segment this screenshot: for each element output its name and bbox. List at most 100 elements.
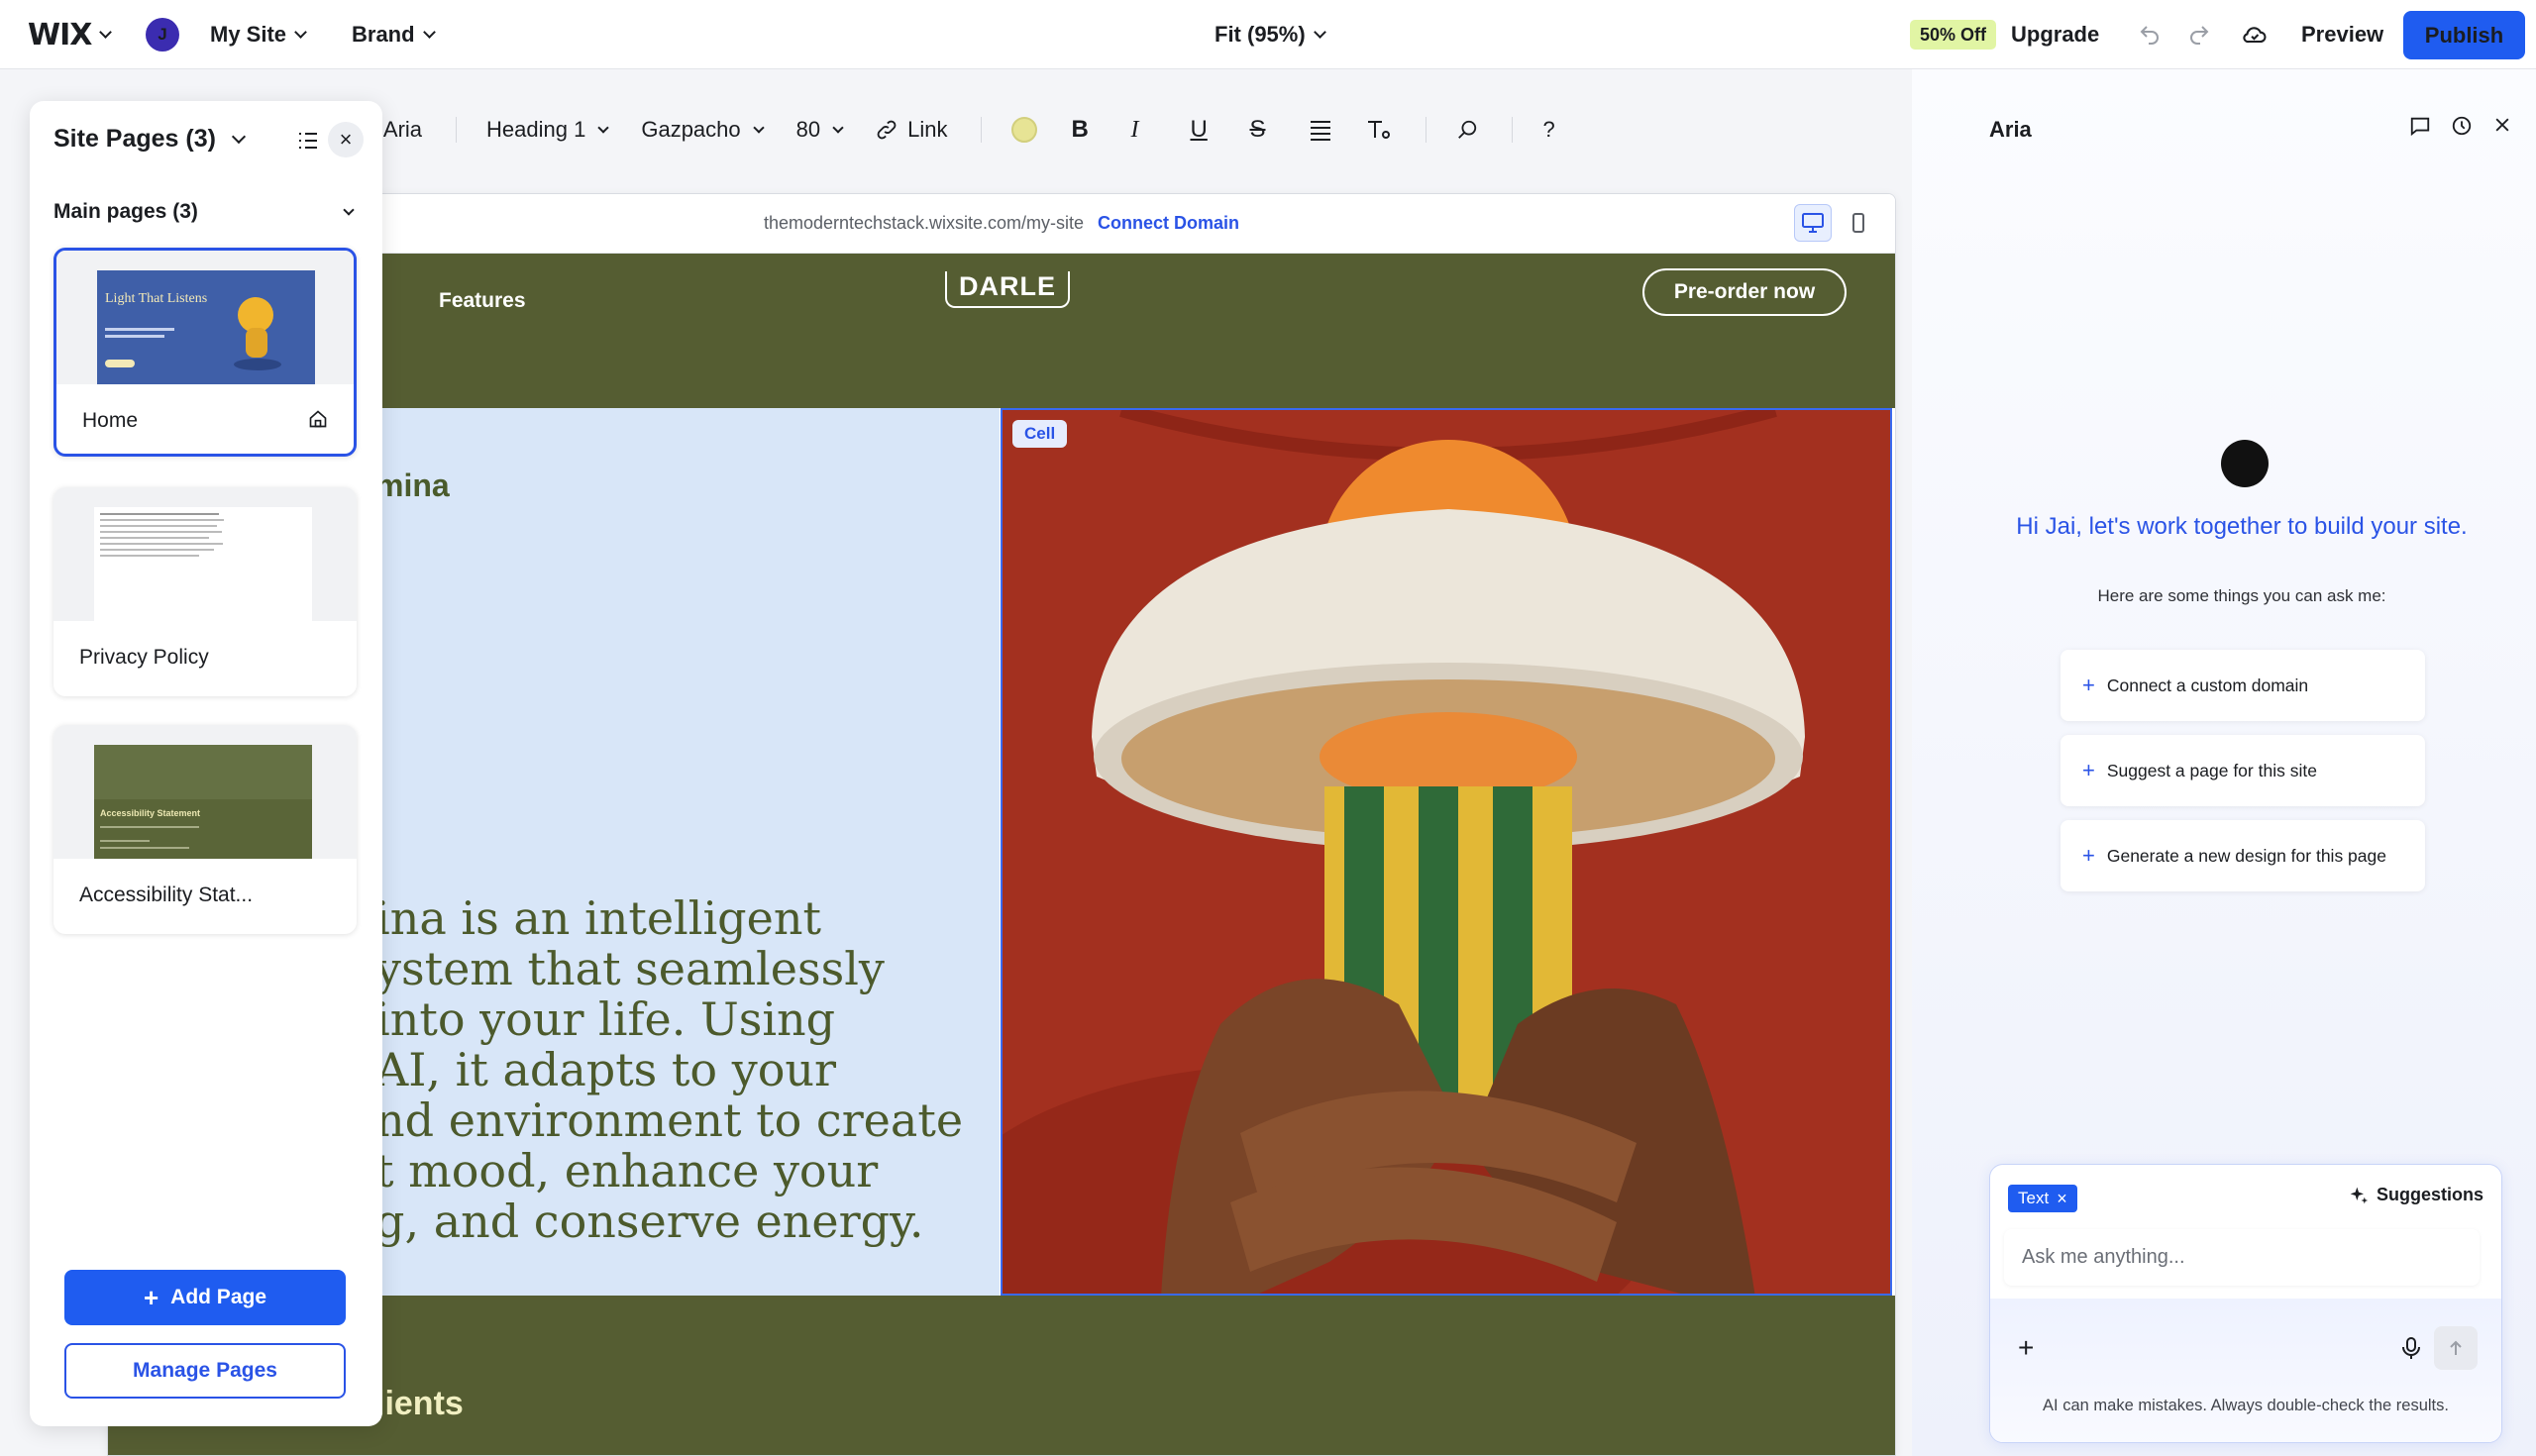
text-toolbar: sk Aria Heading 1 Gazpacho 80 Link B I U…: [357, 104, 1589, 156]
manage-pages-button[interactable]: Manage Pages: [64, 1343, 346, 1399]
hero-line: nd environment to create: [375, 1093, 964, 1147]
undo-icon[interactable]: [2138, 0, 2162, 69]
chevron-down-icon: [597, 121, 610, 134]
svg-text:Light That Listens: Light That Listens: [105, 291, 207, 306]
italic-button[interactable]: I: [1130, 117, 1156, 144]
suggestion-suggest-page[interactable]: + Suggest a page for this site: [2060, 735, 2425, 806]
privacy-thumbnail: [94, 507, 312, 621]
text-settings-icon: [1368, 121, 1391, 139]
hero-paragraph[interactable]: ina is an intelligent ystem that seamles…: [375, 893, 1009, 1247]
plus-icon: +: [143, 1282, 159, 1312]
underline-button[interactable]: U: [1190, 116, 1215, 144]
color-swatch: [1011, 117, 1038, 143]
context-tag[interactable]: Text ×: [2008, 1185, 2077, 1212]
close-icon[interactable]: ×: [2057, 1189, 2067, 1209]
add-attachment-icon[interactable]: +: [2018, 1332, 2034, 1364]
upgrade-link[interactable]: Upgrade: [2011, 0, 2099, 69]
page-thumbnail-area: [53, 487, 357, 621]
divider: [981, 117, 983, 143]
font-dropdown[interactable]: Gazpacho: [641, 117, 765, 143]
link-button[interactable]: Link: [876, 117, 947, 143]
text-style-dropdown[interactable]: Heading 1: [486, 117, 610, 143]
aria-panel: Aria Hi Jai, let's work together to buil…: [1912, 69, 2536, 1456]
home-icon: [308, 409, 328, 434]
home-thumbnail: Light That Listens: [97, 270, 315, 384]
send-button[interactable]: [2434, 1326, 2478, 1370]
hero-line: ina is an intelligent: [375, 891, 821, 945]
lamp-image: [1003, 410, 1890, 1294]
sparkle-plus-icon: +: [2082, 843, 2095, 868]
connect-domain-link[interactable]: Connect Domain: [1098, 213, 1239, 234]
chat-actions: +: [1990, 1299, 2501, 1442]
top-bar: WIX J My Site Brand Fit (95%) 50% Off Up…: [0, 0, 2536, 69]
search-button[interactable]: [1456, 119, 1478, 141]
chat-icon[interactable]: [2409, 115, 2431, 142]
bold-button[interactable]: B: [1071, 116, 1097, 144]
clients-heading[interactable]: lients: [375, 1385, 464, 1423]
chevron-down-icon: [752, 121, 765, 134]
site-logo[interactable]: DARLE: [945, 271, 1070, 308]
publish-button[interactable]: Publish: [2403, 11, 2525, 59]
microphone-icon[interactable]: [2401, 1336, 2421, 1365]
hero-line: g, and conserve energy.: [375, 1195, 924, 1248]
preorder-button[interactable]: Pre-order now: [1642, 268, 1847, 316]
hero-line: AI, it adapts to your: [375, 1043, 837, 1096]
close-panel-button[interactable]: ×: [328, 122, 364, 157]
text-effects-button[interactable]: [1366, 118, 1392, 142]
discount-badge: 50% Off: [1910, 20, 1997, 50]
redo-icon[interactable]: [2187, 0, 2211, 69]
hero-line: ystem that seamlessly: [375, 942, 885, 995]
brand-menu[interactable]: Brand: [352, 0, 436, 69]
text-color-button[interactable]: [1011, 117, 1038, 143]
help-button[interactable]: ?: [1542, 117, 1554, 143]
chevron-down-icon: [1313, 26, 1326, 39]
zoom-menu[interactable]: Fit (95%): [1215, 0, 1326, 69]
page-card-home[interactable]: Light That Listens Home: [53, 248, 357, 457]
chat-input[interactable]: [2004, 1229, 2480, 1286]
site-pages-title[interactable]: Site Pages (3): [53, 125, 247, 154]
sparkle-plus-icon: +: [2082, 758, 2095, 782]
nav-link-features[interactable]: Features: [439, 289, 526, 313]
align-button[interactable]: [1309, 119, 1332, 141]
aria-panel-actions: [2409, 115, 2512, 142]
site-url: themoderntechstack.wixsite.com/my-site: [763, 213, 1085, 233]
history-icon[interactable]: [2451, 115, 2473, 142]
preview-button[interactable]: Preview: [2301, 0, 2383, 69]
close-icon[interactable]: [2492, 115, 2512, 142]
brand-name-heading[interactable]: mina: [375, 468, 450, 504]
list-view-icon[interactable]: [297, 131, 319, 156]
font-size-dropdown[interactable]: 80: [796, 117, 844, 143]
close-icon: ×: [339, 127, 353, 152]
suggestion-generate-design[interactable]: + Generate a new design for this page: [2060, 820, 2425, 891]
strikethrough-button[interactable]: S: [1249, 116, 1275, 144]
mobile-view-button[interactable]: [1840, 204, 1877, 242]
suggestions-button[interactable]: Suggestions: [2349, 1185, 2483, 1205]
site-pages-panel: Site Pages (3) × Main pages (3) Light Th…: [30, 101, 382, 1426]
aria-panel-title: Aria: [1989, 117, 2032, 142]
page-card-accessibility[interactable]: Accessibility Statement Accessibility St…: [53, 725, 357, 934]
page-label: Accessibility Stat...: [79, 884, 254, 906]
chevron-down-icon: [231, 129, 247, 145]
svg-text:Accessibility Statement: Accessibility Statement: [100, 808, 200, 818]
ai-disclaimer: AI can make mistakes. Always double-chec…: [2043, 1397, 2449, 1414]
suggestion-connect-domain[interactable]: + Connect a custom domain: [2060, 650, 2425, 721]
page-thumbnail-area: Accessibility Statement: [53, 725, 357, 859]
site-menu[interactable]: My Site: [210, 0, 307, 69]
accessibility-thumbnail: Accessibility Statement: [94, 745, 312, 859]
add-page-button[interactable]: + Add Page: [64, 1270, 346, 1325]
page-card-privacy-policy[interactable]: Privacy Policy: [53, 487, 357, 696]
hero-line: into your life. Using: [375, 992, 836, 1046]
sparkle-plus-icon: +: [2082, 673, 2095, 697]
aria-greeting: Hi Jai, let's work together to build you…: [2016, 513, 2468, 540]
page-label: Home: [82, 409, 139, 432]
avatar[interactable]: J: [146, 18, 179, 52]
arrow-up-icon: [2450, 1340, 2462, 1355]
page-label: Privacy Policy: [79, 646, 209, 669]
hero-line: t mood, enhance your: [375, 1144, 879, 1197]
aria-subtitle: Here are some things you can ask me:: [2097, 586, 2386, 605]
cloud-save-icon[interactable]: [2241, 0, 2269, 69]
main-pages-section[interactable]: Main pages (3): [53, 200, 361, 224]
wix-logo[interactable]: WIX: [28, 0, 113, 69]
desktop-view-button[interactable]: [1794, 204, 1832, 242]
hero-image-cell[interactable]: Cell: [1001, 408, 1892, 1296]
